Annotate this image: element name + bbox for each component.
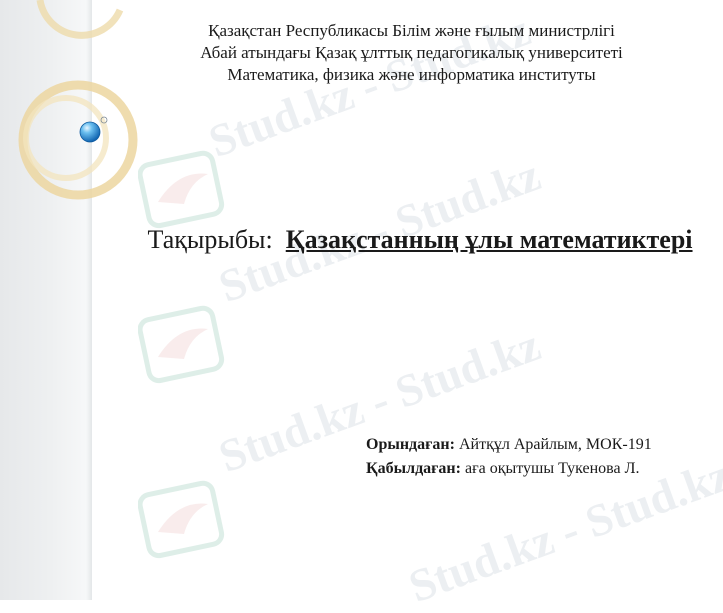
ministry-line: Қазақстан Республикасы Білім және ғылым … <box>208 21 615 40</box>
topic-block: Тақырыбы: Қазақстанның ұлы математиктері <box>110 223 723 257</box>
watermark-logo-icon <box>138 305 225 384</box>
watermark-logo-icon <box>138 480 225 559</box>
university-line: Абай атындағы Қазақ ұлттық педагогикалық… <box>200 43 623 62</box>
institute-line: Математика, физика және информатика инст… <box>227 65 596 84</box>
institution-header: Қазақстан Республикасы Білім және ғылым … <box>100 20 723 86</box>
credits-block: Орындаған: Айтқұл Арайлым, МОК-191 Қабыл… <box>366 433 723 481</box>
blue-orb-icon <box>79 121 101 143</box>
performer-value: Айтқұл Арайлым, МОК-191 <box>454 436 652 453</box>
topic-label: Тақырыбы: <box>147 225 273 254</box>
reviewer-label: Қабылдаған: <box>366 460 461 477</box>
performer-line: Орындаған: Айтқұл Арайлым, МОК-191 <box>366 433 723 457</box>
performer-label: Орындаған: <box>366 436 455 453</box>
reviewer-value: аға оқытушы Тукенова Л. <box>460 460 640 477</box>
reviewer-line: Қабылдаған: аға оқытушы Тукенова Л. <box>366 457 723 481</box>
topic-title: Қазақстанның ұлы математиктері <box>285 225 693 254</box>
